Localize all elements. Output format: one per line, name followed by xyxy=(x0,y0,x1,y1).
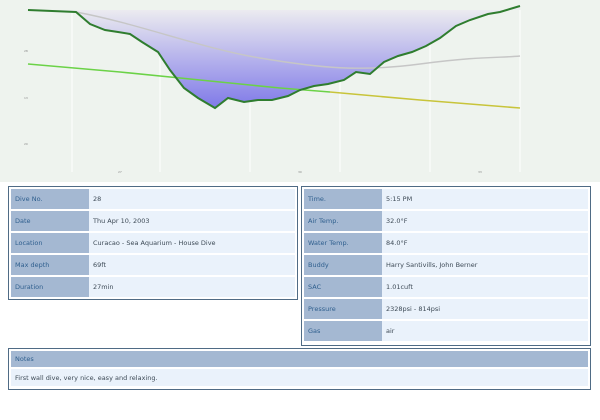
notes-title: Notes xyxy=(11,351,588,367)
table-row: Max depth 69ft xyxy=(11,255,295,275)
pressure-line-end xyxy=(329,91,521,109)
detail-label: Location xyxy=(11,233,89,253)
detail-value: 84.0°F xyxy=(382,233,588,253)
detail-label: Pressure xyxy=(304,299,382,319)
detail-value: Curacao - Sea Aquarium - House Dive xyxy=(89,233,295,253)
detail-value: Thu Apr 10, 2003 xyxy=(89,211,295,231)
x-tick: 33 xyxy=(478,170,482,174)
table-row: Duration 27min xyxy=(11,277,295,297)
detail-label: Max depth xyxy=(11,255,89,275)
detail-value: Harry Santivills, John Berner xyxy=(382,255,588,275)
table-row: Time. 5:15 PM xyxy=(304,189,588,209)
notes-text: First wall dive, very nice, easy and rel… xyxy=(11,369,588,386)
detail-label: SAC xyxy=(304,277,382,297)
dive-profile-plot: 28 13 20 27 30 33 xyxy=(24,5,521,174)
detail-value: 1.01cuft xyxy=(382,277,588,297)
detail-value: 2328psi - 814psi xyxy=(382,299,588,319)
detail-value: 69ft xyxy=(89,255,295,275)
table-row: Date Thu Apr 10, 2003 xyxy=(11,211,295,231)
detail-label: Buddy xyxy=(304,255,382,275)
detail-value: air xyxy=(382,321,588,341)
detail-value: 27min xyxy=(89,277,295,297)
table-row: Location Curacao - Sea Aquarium - House … xyxy=(11,233,295,253)
dive-details-table: Dive No. 28 Date Thu Apr 10, 2003 Locati… xyxy=(8,186,298,300)
y-tick: 13 xyxy=(24,96,28,100)
detail-label: Duration xyxy=(11,277,89,297)
detail-label: Time. xyxy=(304,189,382,209)
detail-value: 5:15 PM xyxy=(382,189,588,209)
dive-conditions-table: Time. 5:15 PM Air Temp. 32.0°F Water Tem… xyxy=(301,186,591,346)
table-row: Dive No. 28 xyxy=(11,189,295,209)
notes-panel: Notes First wall dive, very nice, easy a… xyxy=(8,348,591,390)
table-row: Water Temp. 84.0°F xyxy=(304,233,588,253)
detail-label: Date xyxy=(11,211,89,231)
dive-profile-chart: 28 13 20 27 30 33 xyxy=(0,0,600,182)
y-tick: 20 xyxy=(24,142,28,146)
table-row: Air Temp. 32.0°F xyxy=(304,211,588,231)
table-row: Pressure 2328psi - 814psi xyxy=(304,299,588,319)
detail-label: Water Temp. xyxy=(304,233,382,253)
y-tick: 28 xyxy=(24,49,28,53)
detail-value: 28 xyxy=(89,189,295,209)
x-tick: 30 xyxy=(298,170,302,174)
detail-label: Gas xyxy=(304,321,382,341)
detail-label: Dive No. xyxy=(11,189,89,209)
table-row: Gas air xyxy=(304,321,588,341)
table-row: Buddy Harry Santivills, John Berner xyxy=(304,255,588,275)
depth-area xyxy=(28,6,520,108)
detail-label: Air Temp. xyxy=(304,211,382,231)
x-tick: 27 xyxy=(118,170,122,174)
detail-value: 32.0°F xyxy=(382,211,588,231)
table-row: SAC 1.01cuft xyxy=(304,277,588,297)
